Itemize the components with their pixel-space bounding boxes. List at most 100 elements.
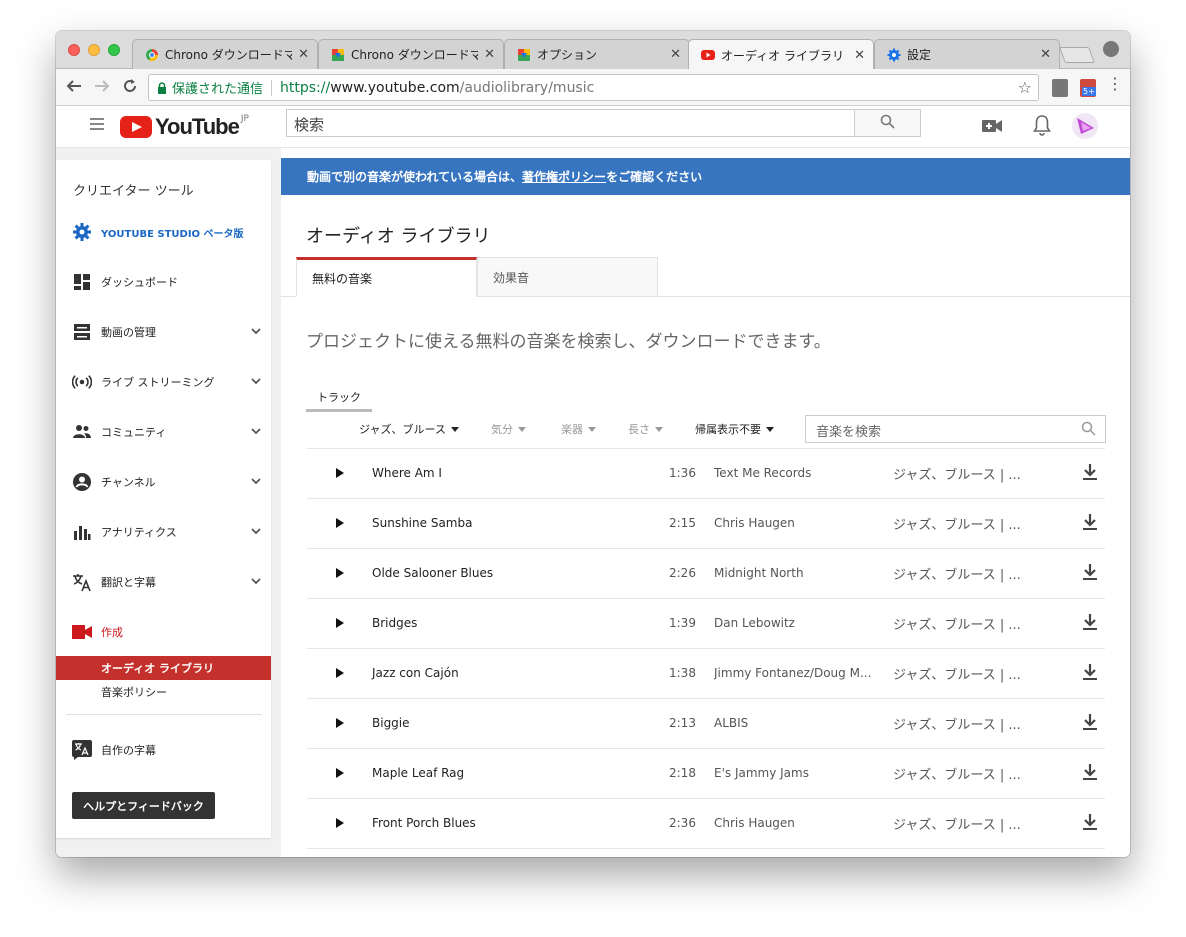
filter-attribution-dropdown[interactable]: 帰属表示不要 [695, 421, 774, 437]
tab-label: Chrono ダウンロードマネ [165, 48, 293, 62]
track-row[interactable]: Where Am I 1:36 Text Me Records ジャズ、ブルース… [307, 449, 1105, 499]
filter-mood-dropdown[interactable]: 気分 [491, 421, 526, 437]
chevron-down-icon[interactable] [250, 425, 262, 440]
play-icon[interactable] [336, 468, 344, 478]
track-row[interactable]: Sunshine Samba 2:15 Chris Haugen ジャズ、ブルー… [307, 499, 1105, 549]
caret-down-icon [450, 426, 459, 432]
sidebar-subitem-music-policy[interactable]: 音楽ポリシー [56, 680, 271, 704]
avatar[interactable] [1071, 112, 1099, 144]
tab-free-music[interactable]: 無料の音楽 [296, 257, 477, 297]
browser-tab-options[interactable]: オプション ✕ [504, 39, 690, 69]
download-icon[interactable] [1082, 513, 1098, 534]
copyright-policy-link[interactable]: 著作権ポリシー [522, 168, 606, 185]
filter-genre-dropdown[interactable]: ジャズ、ブルース [359, 421, 459, 437]
track-genre: ジャズ、ブルース | ... [893, 768, 1021, 783]
sidebar-item-dashboard[interactable]: ダッシュボード [72, 270, 262, 294]
menu-kebab-icon[interactable]: ⋮ [1107, 75, 1123, 93]
music-search-input[interactable]: 音楽を検索 [805, 415, 1106, 443]
sidebar-item-live-streaming[interactable]: ライブ ストリーミング [72, 370, 262, 394]
play-icon[interactable] [336, 768, 344, 778]
minimize-window-button[interactable] [88, 44, 100, 56]
extension-archive-icon[interactable] [1052, 79, 1068, 97]
download-icon[interactable] [1082, 613, 1098, 634]
forward-arrow-icon[interactable] [94, 78, 110, 98]
reload-icon[interactable] [122, 78, 138, 98]
hamburger-menu-icon[interactable] [90, 118, 104, 133]
play-icon[interactable] [336, 668, 344, 678]
track-row[interactable]: Jazz con Cajón 1:38 Jimmy Fontanez/Doug … [307, 649, 1105, 699]
track-genre: ジャズ、ブルース | ... [893, 668, 1021, 683]
filter-instrument-dropdown[interactable]: 楽器 [561, 421, 596, 437]
sidebar-subitem-audio-library[interactable]: オーディオ ライブラリ [56, 656, 271, 680]
track-artist: Chris Haugen [714, 816, 795, 830]
close-tab-icon[interactable]: ✕ [1040, 47, 1051, 62]
profile-icon[interactable] [1103, 41, 1119, 57]
close-tab-icon[interactable]: ✕ [854, 48, 865, 63]
browser-tab-settings[interactable]: 設定 ✕ [874, 39, 1060, 69]
tab-sound-effects[interactable]: 効果音 [477, 257, 658, 297]
track-row[interactable]: Olde Salooner Blues 2:26 Midnight North … [307, 549, 1105, 599]
analytics-icon [72, 522, 92, 542]
play-icon[interactable] [336, 818, 344, 828]
sidebar-item-label: ライブ ストリーミング [101, 376, 215, 389]
download-icon[interactable] [1082, 813, 1098, 834]
sidebar-item-channel[interactable]: チャンネル [72, 470, 262, 494]
track-row[interactable]: Bridges 1:39 Dan Lebowitz ジャズ、ブルース | ... [307, 599, 1105, 649]
notification-bell-icon[interactable] [1033, 114, 1051, 140]
close-tab-icon[interactable]: ✕ [298, 47, 309, 62]
play-icon[interactable] [336, 718, 344, 728]
lock-icon [157, 81, 167, 94]
track-row[interactable]: Maple Leaf Rag 2:18 E's Jammy Jams ジャズ、ブ… [307, 749, 1105, 799]
search-icon[interactable] [1081, 421, 1096, 440]
browser-tab-chrono-2[interactable]: Chrono ダウンロードマネ ✕ [318, 39, 504, 69]
zoom-window-button[interactable] [108, 44, 120, 56]
filter-duration-dropdown[interactable]: 長さ [628, 421, 663, 437]
track-genre: ジャズ、ブルース | ... [893, 618, 1021, 633]
play-icon[interactable] [336, 568, 344, 578]
chevron-down-icon[interactable] [250, 375, 262, 390]
url-host: www.youtube.com [330, 79, 460, 96]
back-arrow-icon[interactable] [66, 78, 82, 98]
sidebar-item-studio[interactable]: YOUTUBE STUDIO ベータ版 [72, 220, 262, 244]
upload-video-icon[interactable] [982, 118, 1002, 137]
extension-chrono-icon[interactable]: 5+ [1080, 79, 1096, 97]
play-icon[interactable] [336, 518, 344, 528]
new-tab-button[interactable] [1059, 47, 1095, 63]
close-window-button[interactable] [68, 44, 80, 56]
video-manager-icon [72, 322, 92, 342]
download-icon[interactable] [1082, 663, 1098, 684]
download-icon[interactable] [1082, 763, 1098, 784]
help-feedback-button[interactable]: ヘルプとフィードバック [72, 792, 215, 819]
create-icon [72, 622, 92, 642]
sidebar-item-translations[interactable]: 翻訳と字幕 [72, 570, 262, 594]
youtube-logo[interactable]: YouTube JP [120, 112, 249, 140]
close-tab-icon[interactable]: ✕ [484, 47, 495, 62]
sidebar-item-own-captions[interactable]: 自作の字幕 [72, 738, 262, 762]
bookmark-star-icon[interactable]: ☆ [1018, 78, 1032, 97]
chevron-down-icon[interactable] [250, 325, 262, 340]
sidebar-item-analytics[interactable]: アナリティクス [72, 520, 262, 544]
track-duration: 2:15 [669, 516, 696, 530]
address-bar[interactable]: 保護された通信 https://www.youtube.com/audiolib… [148, 74, 1039, 101]
download-icon[interactable] [1082, 713, 1098, 734]
search-input[interactable]: 検索 [286, 109, 855, 137]
play-icon[interactable] [336, 618, 344, 628]
sidebar-item-create[interactable]: 作成 [72, 620, 262, 644]
browser-tab-chrono-1[interactable]: Chrono ダウンロードマネ ✕ [132, 39, 318, 69]
sidebar-item-video-manager[interactable]: 動画の管理 [72, 320, 262, 344]
track-row[interactable]: Biggie 2:13 ALBIS ジャズ、ブルース | ... [307, 699, 1105, 749]
download-icon[interactable] [1082, 463, 1098, 484]
search-button[interactable] [854, 109, 921, 137]
tab-tracks[interactable]: トラック [306, 386, 372, 412]
chevron-down-icon[interactable] [250, 575, 262, 590]
chevron-down-icon[interactable] [250, 475, 262, 490]
chevron-down-icon[interactable] [250, 525, 262, 540]
page-area: クリエイター ツール YOUTUBE STUDIO ベータ版 ダッシュボード 動… [56, 148, 1130, 857]
track-row[interactable]: Front Porch Blues 2:36 Chris Haugen ジャズ、… [307, 799, 1105, 849]
creator-sidebar: クリエイター ツール YOUTUBE STUDIO ベータ版 ダッシュボード 動… [56, 160, 271, 838]
browser-tab-audio-library[interactable]: オーディオ ライブラリ - Y ✕ [688, 39, 874, 70]
download-icon[interactable] [1082, 563, 1098, 584]
sidebar-item-community[interactable]: コミュニティ [72, 420, 262, 444]
close-tab-icon[interactable]: ✕ [670, 47, 681, 62]
track-title: Where Am I [372, 466, 442, 480]
